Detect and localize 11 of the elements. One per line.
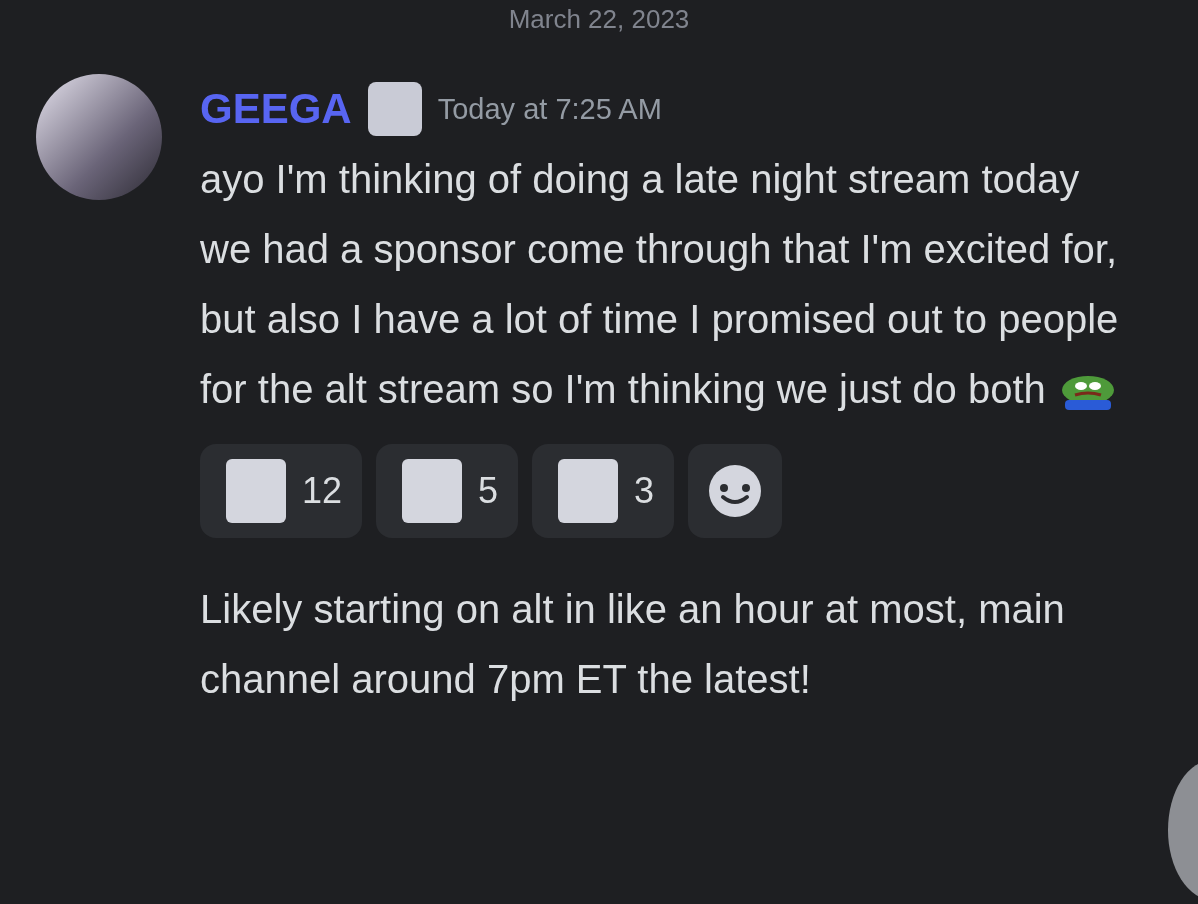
- message-timestamp: Today at 7:25 AM: [437, 92, 662, 126]
- date-divider: March 22, 2023: [507, 3, 691, 36]
- smiley-icon: [708, 464, 763, 518]
- emoji-reaction[interactable]: 3: [532, 444, 675, 538]
- username[interactable]: GEEGA: [200, 85, 352, 133]
- message-text: Likely starting on alt in like an hour at most, main channel around 7pm ET the latest!: [200, 586, 1066, 703]
- add-reaction-button[interactable]: [688, 444, 783, 538]
- emoji-reaction[interactable]: 5: [376, 444, 519, 538]
- message-text: we had a sponsor come through that I'm excited for, but also I have a lot of time I promised out to people for the alt stream so I'm thinking we just do both: [200, 226, 1120, 413]
- message-text: ayo I'm thinking of doing a late night stream today: [200, 156, 1081, 203]
- emoji-reaction[interactable]: 12: [200, 444, 363, 538]
